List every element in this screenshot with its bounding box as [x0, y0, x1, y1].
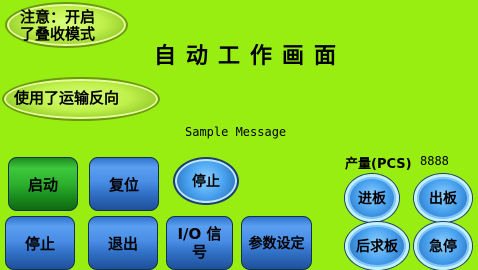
board-out-button-label: 出板 [429, 191, 457, 207]
request-board-button[interactable]: 后求板 [345, 222, 409, 270]
screen-title: 自动工作画面 [153, 43, 346, 69]
exit-button[interactable]: 退出 [88, 216, 158, 270]
exit-button-label: 退出 [107, 234, 138, 253]
production-count: 8888 [420, 154, 449, 168]
stop-button[interactable]: 停止 [5, 216, 75, 270]
board-out-button[interactable]: 出板 [414, 174, 472, 222]
board-in-button[interactable]: 进板 [345, 174, 399, 222]
production-label: 产量(PCS) [345, 157, 412, 172]
start-button-label: 启动 [27, 175, 58, 194]
reverse-notice-text: 使用了运输反向 [14, 89, 120, 107]
board-in-button-label: 进板 [358, 191, 386, 207]
message-display: Sample Message [185, 125, 287, 139]
stack-mode-notice-text: 注意：开启 了叠收模式 [20, 8, 96, 43]
emergency-stop-button-label: 急停 [429, 239, 457, 255]
param-setting-button-label: 参数设定 [248, 236, 305, 252]
request-board-button-label: 后求板 [356, 239, 398, 255]
stop-button-label: 停止 [24, 234, 55, 253]
emergency-stop-button[interactable]: 急停 [414, 222, 472, 270]
stop-round-button-label: 停止 [192, 174, 220, 190]
reset-button[interactable]: 复位 [89, 157, 159, 211]
io-signal-button-label: I/O 信号 [177, 225, 222, 261]
param-setting-button[interactable]: 参数设定 [241, 216, 312, 270]
stop-round-button[interactable]: 停止 [173, 157, 239, 205]
io-signal-button[interactable]: I/O 信号 [166, 216, 233, 270]
reset-button-label: 复位 [108, 175, 139, 194]
start-button[interactable]: 启动 [8, 157, 78, 211]
